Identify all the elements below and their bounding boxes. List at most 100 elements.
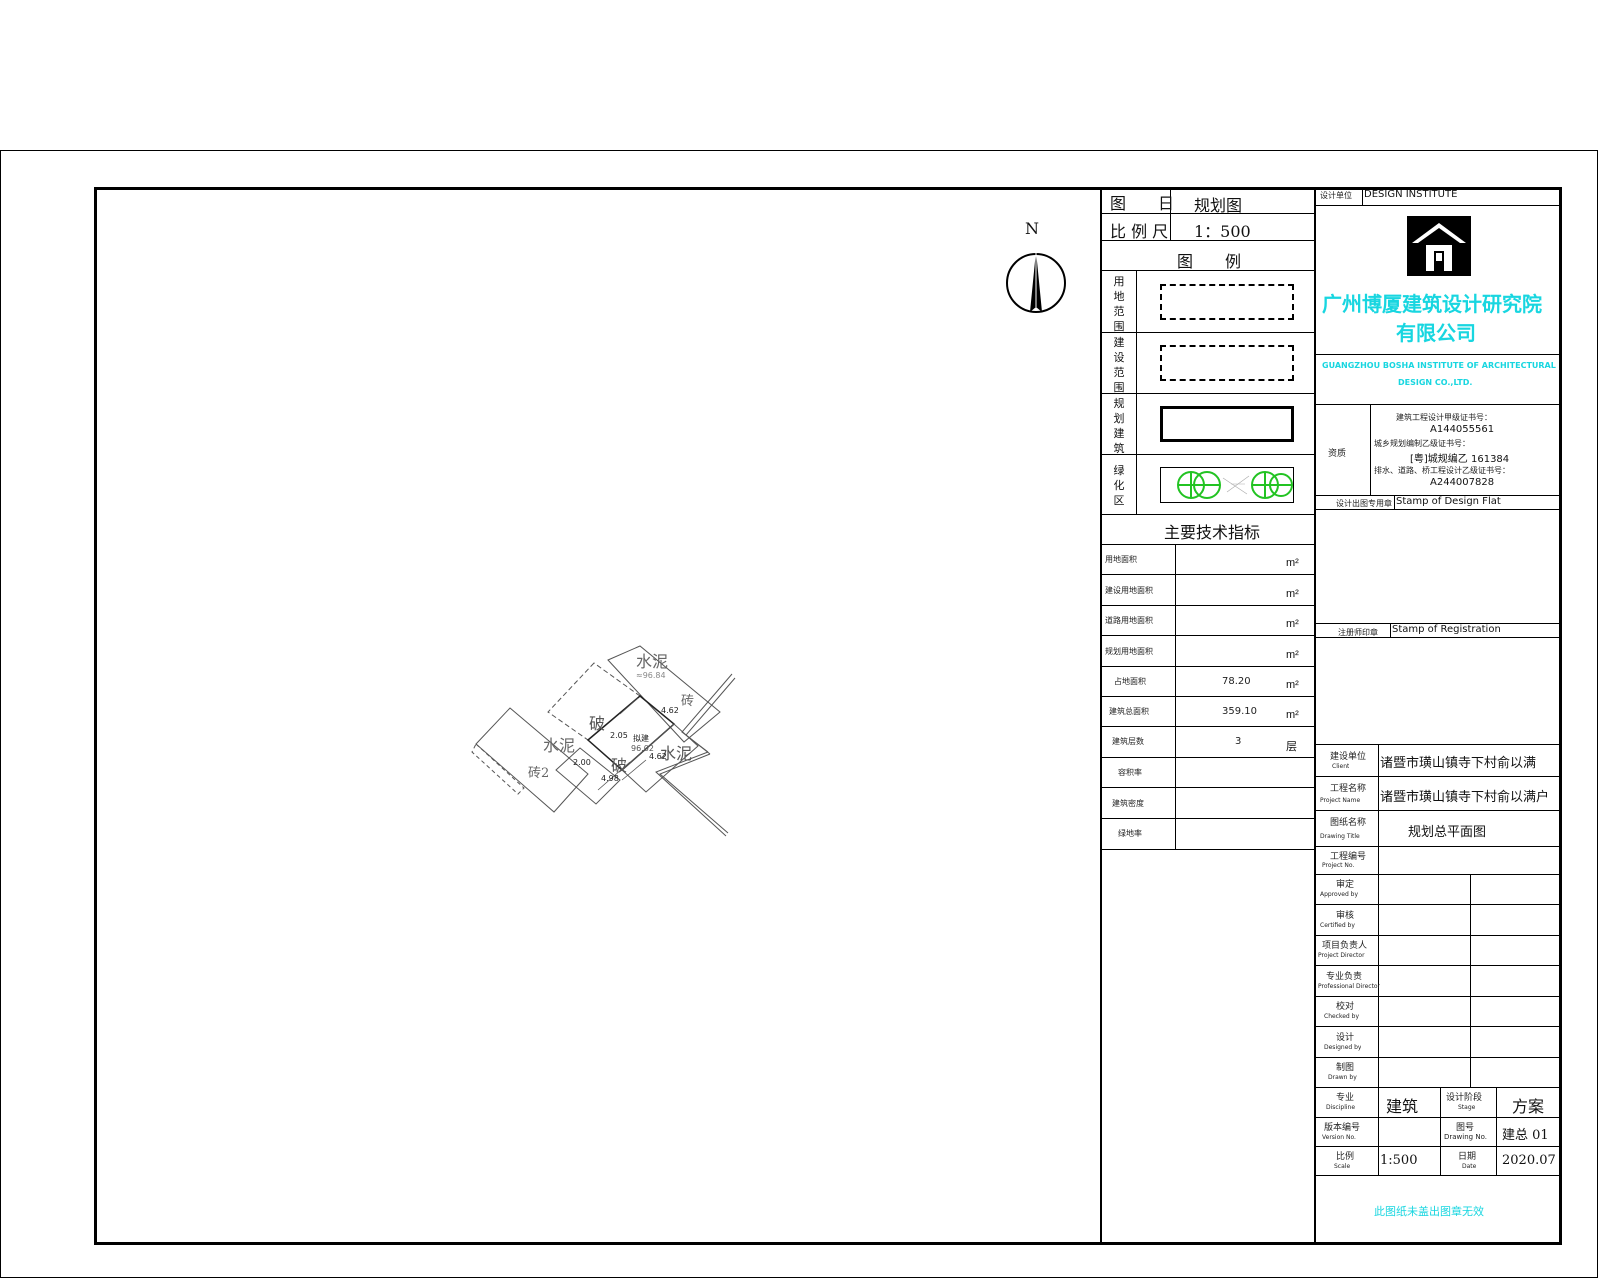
- company-logo-icon: [1407, 216, 1471, 276]
- legend-symbol-green-area: [1160, 467, 1294, 503]
- site-label-elevation: ≈96.84: [636, 671, 666, 680]
- scale-label: 比 例 尺: [1110, 222, 1169, 241]
- dimension-label: 2.00: [573, 758, 591, 767]
- signoff-sub: Designed by: [1324, 1044, 1362, 1051]
- date-sub: Date: [1462, 1163, 1477, 1170]
- site-label-cement-left: 水泥: [543, 736, 576, 755]
- company-name-cn: 广州博厦建筑设计研究院: [1322, 292, 1542, 316]
- indicator-label: 建筑密度: [1112, 799, 1144, 808]
- cert-line: 城乡规划编制乙级证书号：: [1374, 439, 1470, 448]
- footer-note: 此图纸未盖出图章无效: [1374, 1205, 1484, 1218]
- signoff-label: 项目负责人: [1322, 941, 1368, 951]
- design-institute-label: 设计单位: [1320, 191, 1352, 200]
- site-label-proposed: 拟建: [633, 734, 649, 743]
- title-block: 设计单位 DESIGN INSTITUTE 广州博厦建筑设计研究院 有限公司 G…: [1314, 187, 1562, 1245]
- signoff-label: 审定: [1336, 880, 1355, 890]
- indicator-label: 建筑总面积: [1109, 707, 1149, 716]
- design-stamp-text: Stamp of Design Flat: [1396, 496, 1501, 507]
- signoff-sub: Project Director: [1318, 952, 1365, 959]
- legend-symbol-planned-building: [1160, 406, 1294, 442]
- date-value: 2020.07: [1502, 1153, 1556, 1168]
- stage-label: 设计阶段: [1446, 1093, 1483, 1103]
- signoff-label: 审核: [1336, 911, 1355, 921]
- cert-line: 建筑工程设计甲级证书号：: [1396, 413, 1492, 422]
- site-label-brick-2: 砖2: [528, 766, 550, 781]
- discipline-label: 专业: [1336, 1093, 1355, 1103]
- company-name-en: GUANGZHOU BOSHA INSTITUTE OF ARCHITECTUR…: [1322, 361, 1556, 370]
- indicator-label: 建设用地面积: [1105, 586, 1153, 595]
- company-name-en-2: DESIGN CO.,LTD.: [1398, 378, 1473, 387]
- indicators-title: 主要技术指标: [1164, 523, 1261, 542]
- scale-value-bottom: 1:500: [1380, 1153, 1418, 1168]
- indicator-label: 用地面积: [1105, 555, 1137, 564]
- site-label-broken-1: 破: [589, 714, 606, 733]
- indicator-label: 建筑层数: [1112, 737, 1144, 746]
- signoff-sub: Drawn by: [1328, 1074, 1357, 1081]
- signoff-sub: Checked by: [1324, 1013, 1360, 1020]
- stage-sub: Stage: [1458, 1104, 1476, 1111]
- indicator-value: 359.10: [1222, 706, 1257, 717]
- discipline-sub: Discipline: [1326, 1104, 1356, 1111]
- legend-label: 规划建筑: [1113, 398, 1125, 455]
- project-name-value: 诸暨市璜山镇寺下村俞以满户: [1380, 790, 1550, 805]
- dimension-label: 4.98: [601, 774, 619, 783]
- signoff-label: 设计: [1336, 1033, 1355, 1043]
- legend-symbol-construction-boundary: [1160, 345, 1294, 381]
- drawing-title-sub: Drawing Title: [1320, 833, 1360, 840]
- client-sub: Client: [1332, 763, 1350, 770]
- indicator-unit: m²: [1286, 679, 1299, 691]
- version-sub: Version No.: [1322, 1134, 1356, 1141]
- registration-stamp-text: Stamp of Registration: [1392, 624, 1501, 635]
- discipline-value: 建筑: [1386, 1097, 1419, 1116]
- cert-line: 排水、道路、桥工程设计乙级证书号：: [1374, 466, 1510, 475]
- indicator-unit: 层: [1286, 741, 1297, 753]
- dimension-label: 2.05: [610, 731, 628, 740]
- design-stamp-label: 设计出图专用章: [1336, 499, 1392, 508]
- legend-title: 图 例: [1177, 252, 1242, 271]
- scale-sub: Scale: [1334, 1163, 1351, 1170]
- legend-column: 图 日 规划图 比 例 尺 1：500 图 例 用地范围 建设范围 规划建筑 绿…: [1100, 187, 1315, 1245]
- legend-label: 用地范围: [1113, 276, 1125, 333]
- legend-label: 绿化区: [1113, 465, 1125, 507]
- drawing-no-sub: Drawing No.: [1444, 1133, 1487, 1141]
- date-label: 日期: [1458, 1152, 1477, 1162]
- drawing-type-label: 图 日: [1110, 194, 1175, 213]
- design-institute-header: DESIGN INSTITUTE: [1364, 189, 1458, 200]
- signoff-label: 校对: [1336, 1002, 1355, 1012]
- indicator-unit: m²: [1286, 709, 1299, 721]
- stage-value: 方案: [1512, 1097, 1545, 1116]
- scale-value: 1：500: [1194, 222, 1251, 241]
- drawing-no-label: 图号: [1456, 1123, 1475, 1133]
- project-no-label: 工程编号: [1330, 852, 1367, 862]
- cert-number: [粤]城规编乙 161384: [1410, 454, 1510, 465]
- cert-number: A144055561: [1430, 424, 1495, 435]
- client-value: 诸暨市璜山镇寺下村俞以满: [1380, 756, 1537, 771]
- company-name-cn-2: 有限公司: [1396, 321, 1476, 345]
- client-label: 建设单位: [1330, 752, 1367, 762]
- drawing-title-label: 图纸名称: [1330, 818, 1367, 828]
- indicator-unit: m²: [1286, 649, 1299, 661]
- indicator-label: 占地面积: [1114, 677, 1146, 686]
- project-no-sub: Project No.: [1322, 862, 1355, 869]
- indicator-label: 道路用地面积: [1105, 616, 1153, 625]
- dimension-label: 4.62: [661, 706, 679, 715]
- indicator-label: 容积率: [1118, 768, 1142, 777]
- drawing-no-value: 建总 01: [1502, 1128, 1549, 1143]
- north-arrow: N: [1000, 215, 1070, 315]
- indicator-value: 78.20: [1222, 676, 1251, 687]
- legend-symbol-land-boundary: [1160, 284, 1294, 320]
- legend-label: 建设范围: [1113, 337, 1125, 394]
- cert-number: A244007828: [1430, 477, 1495, 488]
- project-name-sub: Project Name: [1320, 797, 1361, 804]
- qualification-label: 资质: [1328, 449, 1347, 459]
- indicator-unit: m²: [1286, 618, 1299, 630]
- indicator-value: 3: [1235, 736, 1242, 747]
- site-plan-drawing: [471, 645, 736, 837]
- project-name-label: 工程名称: [1330, 784, 1367, 794]
- dimension-label: 4.62: [649, 752, 667, 761]
- version-label: 版本编号: [1324, 1123, 1361, 1133]
- site-label-brick-top: 砖: [681, 694, 695, 709]
- signoff-sub: Certified by: [1320, 922, 1355, 929]
- signoff-sub: Approved by: [1320, 891, 1359, 898]
- indicator-label: 规划用地面积: [1105, 647, 1153, 656]
